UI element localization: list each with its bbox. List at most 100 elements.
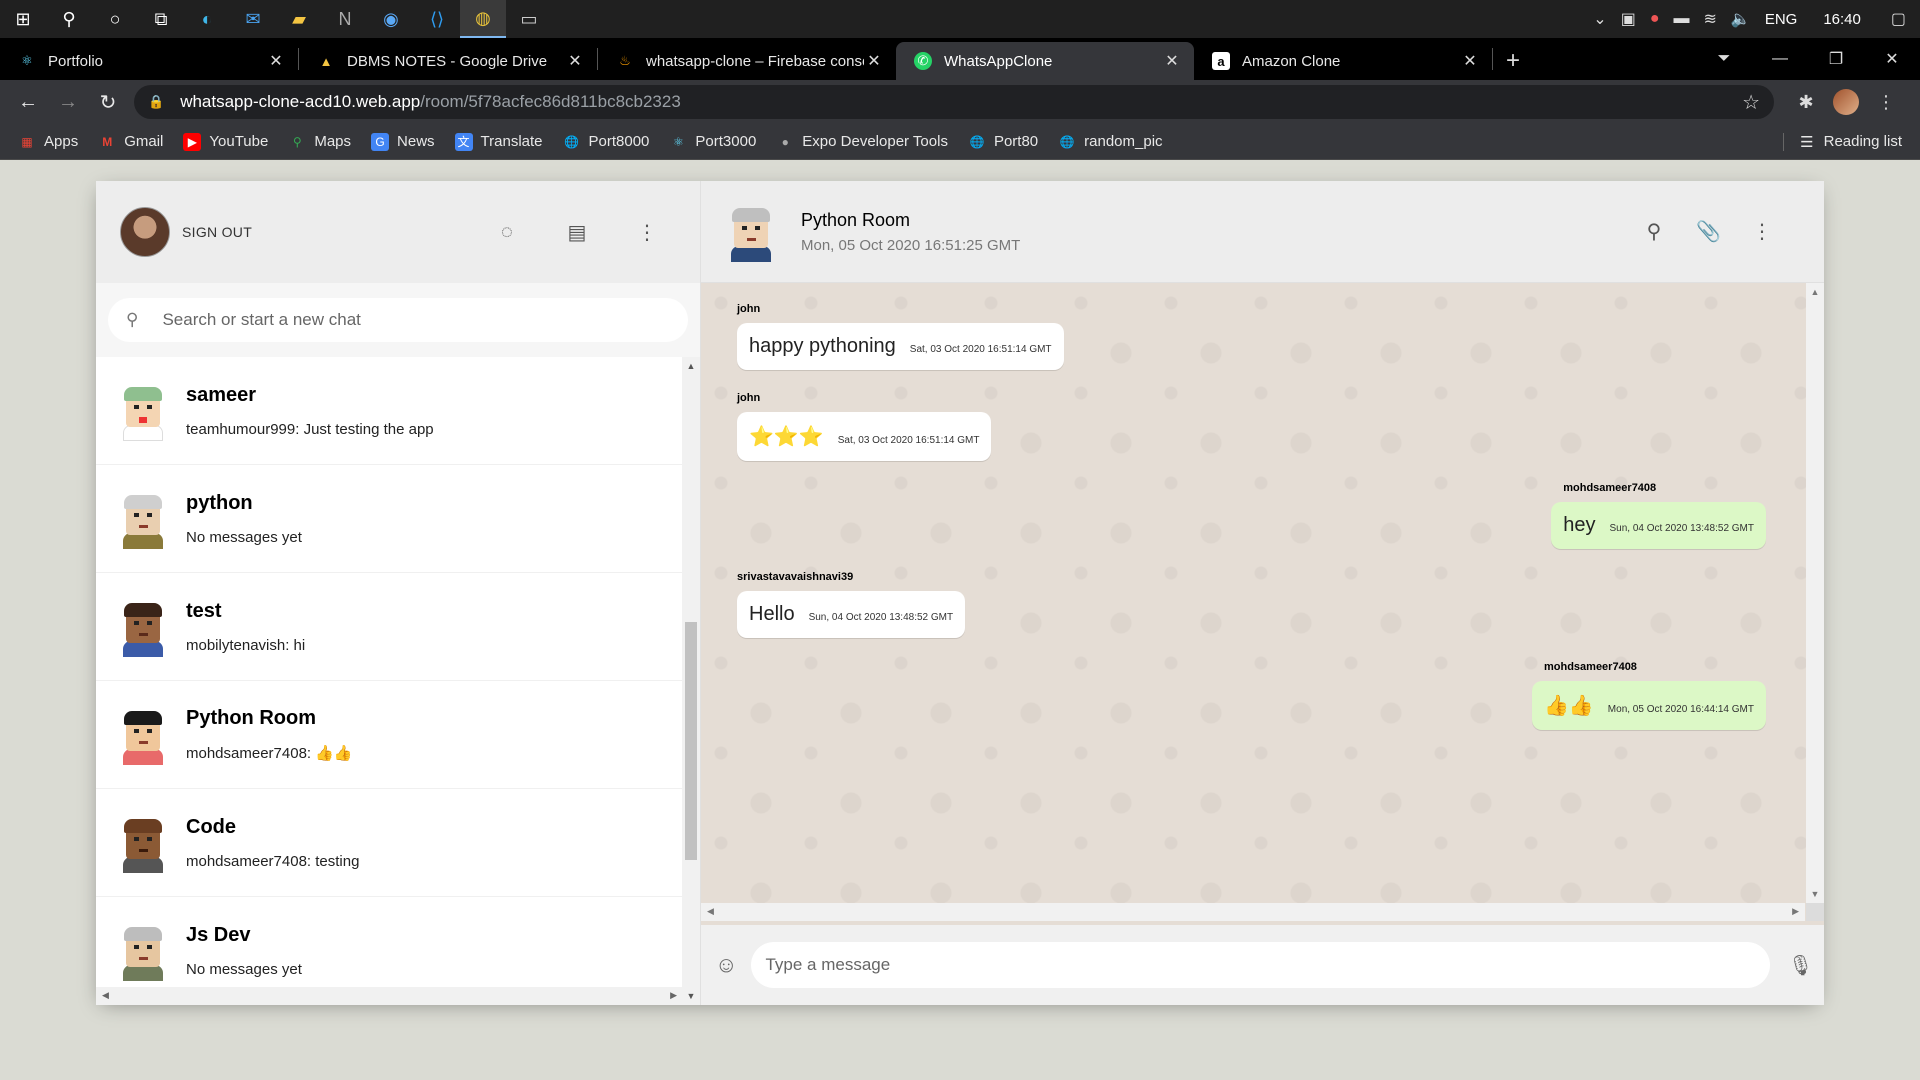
- bookmark-gmail[interactable]: M Gmail: [98, 133, 163, 151]
- cortana-icon[interactable]: ○: [92, 0, 138, 38]
- network-error-icon[interactable]: ●: [1650, 10, 1660, 28]
- tab-whatsappclone[interactable]: ✆ WhatsAppClone ✕: [896, 42, 1194, 80]
- bookmark-expo[interactable]: ● Expo Developer Tools: [776, 133, 948, 151]
- search-icon[interactable]: ⚲: [46, 0, 92, 38]
- message-timestamp: Mon, 05 Oct 2020 16:44:14 GMT: [1607, 704, 1754, 715]
- attach-icon[interactable]: 📎: [1696, 219, 1721, 244]
- minimize-icon[interactable]: —: [1752, 50, 1808, 68]
- bookmark-apps[interactable]: ▦ Apps: [18, 133, 78, 151]
- lock-icon[interactable]: 🔒: [148, 94, 164, 110]
- bookmark-translate[interactable]: 文 Translate: [454, 132, 543, 151]
- message: mohdsameer7408 hey Sun, 04 Oct 2020 13:4…: [1551, 482, 1766, 549]
- mail-icon[interactable]: ✉: [230, 0, 276, 38]
- search-input[interactable]: [162, 310, 670, 330]
- notion-icon[interactable]: N: [322, 0, 368, 38]
- scroll-left-icon[interactable]: ◀: [707, 906, 714, 917]
- close-icon[interactable]: ✕: [864, 51, 884, 71]
- chat-item-sameer[interactable]: sameer teamhumour999: Just testing the a…: [96, 357, 700, 465]
- tab-portfolio[interactable]: ⚛ Portfolio ✕: [0, 42, 298, 80]
- scrollbar-thumb[interactable]: [685, 622, 697, 860]
- clock[interactable]: 16:40: [1823, 11, 1861, 28]
- tab-amazon[interactable]: a Amazon Clone ✕: [1194, 42, 1492, 80]
- amazon-icon: a: [1212, 52, 1230, 70]
- wifi-icon[interactable]: ≋: [1703, 9, 1716, 29]
- notification-icon[interactable]: ▢: [1891, 9, 1906, 29]
- edge-icon[interactable]: ◐: [184, 0, 230, 38]
- bookmark-random-pic[interactable]: 🌐 random_pic: [1058, 133, 1163, 151]
- message-input[interactable]: [751, 942, 1770, 988]
- chat-body-scrollbar[interactable]: ▲ ▼: [1806, 283, 1824, 903]
- chat-body-hscrollbar[interactable]: ◀ ▶: [701, 903, 1805, 921]
- chat-item-python[interactable]: python No messages yet: [96, 465, 700, 573]
- tab-title: whatsapp-clone – Firebase console: [646, 52, 864, 70]
- gmail-icon: M: [102, 134, 113, 149]
- scroll-up-icon[interactable]: ▲: [682, 361, 700, 371]
- file-explorer-icon[interactable]: ▰: [276, 0, 322, 38]
- bookmark-label: Gmail: [124, 133, 164, 150]
- profile-avatar[interactable]: [1826, 82, 1866, 122]
- task-view-icon[interactable]: ⧉: [138, 0, 184, 38]
- reading-list-button[interactable]: ☰ Reading list: [1783, 132, 1920, 151]
- avatar[interactable]: [725, 202, 777, 262]
- tab-firebase[interactable]: ♨ whatsapp-clone – Firebase console ✕: [598, 42, 896, 80]
- chat-item-python-room[interactable]: Python Room mohdsameer7408: 👍👍: [96, 681, 700, 789]
- mic-icon[interactable]: 🎙: [1788, 953, 1813, 978]
- scroll-down-icon[interactable]: ▼: [1806, 889, 1824, 899]
- device-icon[interactable]: ▣: [1621, 9, 1636, 29]
- globe-icon: 🌐: [564, 134, 579, 149]
- close-icon[interactable]: ✕: [1162, 51, 1182, 71]
- close-icon[interactable]: ✕: [1460, 51, 1480, 71]
- bookmark-label: YouTube: [209, 133, 269, 150]
- scroll-right-icon[interactable]: ▶: [1792, 906, 1799, 917]
- chat-item-test[interactable]: test mobilytenavish: hi: [96, 573, 700, 681]
- chevron-up-icon[interactable]: ⌄: [1593, 9, 1606, 29]
- avatar[interactable]: [120, 207, 170, 257]
- more-vert-icon[interactable]: ⋮: [1750, 219, 1774, 244]
- search-icon[interactable]: ⚲: [1642, 219, 1666, 244]
- chat-list-scrollbar[interactable]: ▲ ▼: [682, 357, 700, 1005]
- chrome-icon[interactable]: ◍: [460, 0, 506, 38]
- reload-icon[interactable]: ↻: [88, 82, 128, 122]
- bookmark-port80[interactable]: 🌐 Port80: [968, 133, 1038, 151]
- close-window-icon[interactable]: ✕: [1864, 49, 1920, 69]
- app-icon[interactable]: ◉: [368, 0, 414, 38]
- vscode-icon[interactable]: ⟨⟩: [414, 0, 460, 38]
- chat-list-hscrollbar[interactable]: ◀ ▶: [96, 987, 683, 1005]
- terminal-icon[interactable]: ▭: [506, 0, 552, 38]
- more-vert-icon[interactable]: ⋮: [630, 220, 664, 245]
- scroll-left-icon[interactable]: ◀: [102, 990, 109, 1001]
- extensions-icon[interactable]: ✱: [1786, 82, 1826, 122]
- new-tab-button[interactable]: +: [1493, 42, 1533, 80]
- scroll-up-icon[interactable]: ▲: [1806, 287, 1824, 297]
- scroll-right-icon[interactable]: ▶: [670, 990, 677, 1001]
- maximize-icon[interactable]: ❐: [1808, 49, 1864, 69]
- battery-icon[interactable]: ▬: [1673, 10, 1689, 28]
- address-bar[interactable]: 🔒 whatsapp-clone-acd10.web.app/room/5f78…: [134, 85, 1774, 119]
- sign-out-button[interactable]: SIGN OUT: [182, 224, 252, 240]
- tab-search-icon[interactable]: ⏷: [1696, 50, 1752, 68]
- bookmark-youtube[interactable]: ▶ YouTube: [183, 132, 269, 151]
- back-icon[interactable]: ←: [8, 82, 48, 122]
- chat-name: Python Room: [186, 707, 316, 729]
- windows-start-icon[interactable]: ⊞: [0, 0, 46, 38]
- volume-icon[interactable]: 🔈: [1731, 9, 1751, 29]
- scrollbar-corner: [1806, 903, 1824, 921]
- bookmark-maps[interactable]: ⚲ Maps: [288, 133, 351, 151]
- language-indicator[interactable]: ENG: [1765, 11, 1798, 28]
- bookmark-news[interactable]: G News: [371, 132, 435, 151]
- sidebar-search: ⚲: [96, 283, 700, 357]
- message-timestamp: Sat, 03 Oct 2020 16:51:14 GMT: [837, 435, 980, 446]
- bookmark-port8000[interactable]: 🌐 Port8000: [563, 133, 649, 151]
- forward-icon[interactable]: →: [48, 82, 88, 122]
- emoji-icon[interactable]: ☺: [715, 952, 737, 978]
- close-icon[interactable]: ✕: [266, 51, 286, 71]
- chat-item-code[interactable]: Code mohdsameer7408: testing: [96, 789, 700, 897]
- status-icon[interactable]: ◌: [490, 221, 524, 244]
- new-chat-icon[interactable]: ▤: [560, 220, 594, 245]
- scroll-down-icon[interactable]: ▼: [682, 991, 700, 1001]
- menu-icon[interactable]: ⋮: [1866, 82, 1906, 122]
- bookmark-port3000[interactable]: ⚛ Port3000: [669, 133, 756, 151]
- bookmark-star-icon[interactable]: ☆: [1742, 90, 1760, 115]
- close-icon[interactable]: ✕: [565, 51, 585, 71]
- tab-drive[interactable]: ▲ DBMS NOTES - Google Drive ✕: [299, 42, 597, 80]
